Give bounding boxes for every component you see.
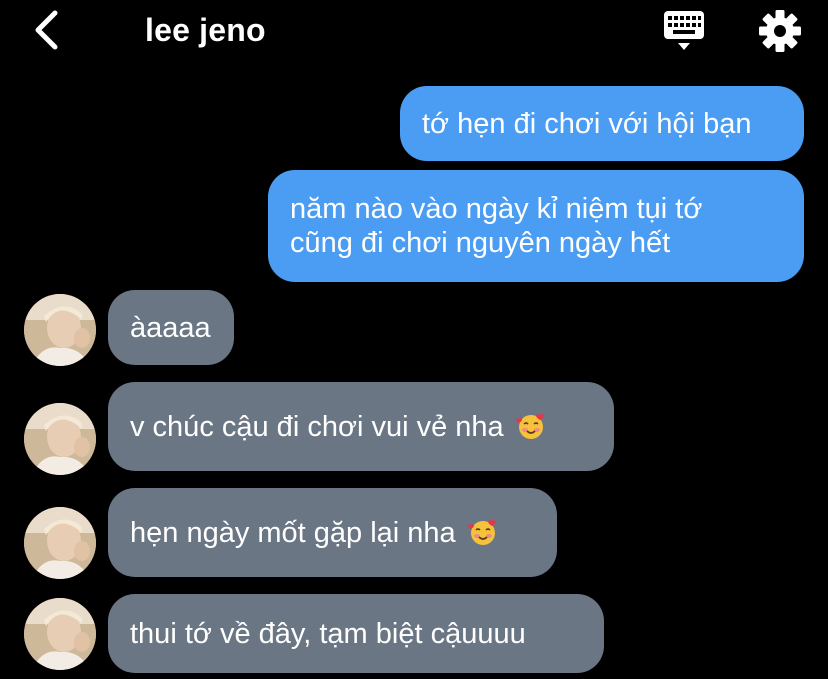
received-message[interactable]: thui tớ về đây, tạm biệt cậuuuu (108, 594, 604, 673)
chevron-left-icon (35, 10, 58, 50)
smiling-face-with-hearts-icon (467, 520, 496, 545)
avatar[interactable] (24, 294, 96, 366)
avatar-photo (24, 507, 96, 579)
keyboard-button[interactable] (660, 8, 708, 54)
sent-message[interactable]: năm nào vào ngày kỉ niệm tụi tớ cũng đi … (268, 170, 804, 282)
received-message[interactable]: v chúc cậu đi chơi vui vẻ nha (108, 382, 614, 471)
message-text-line: cũng đi chơi nguyên ngày hết (290, 227, 671, 259)
avatar[interactable] (24, 598, 96, 670)
back-button[interactable] (24, 8, 68, 52)
received-message[interactable]: àaaaa (108, 290, 234, 365)
avatar[interactable] (24, 507, 96, 579)
smiling-face-with-hearts-icon (515, 414, 544, 439)
received-message[interactable]: hẹn ngày mốt gặp lại nha (108, 488, 557, 577)
message-text: hẹn ngày mốt gặp lại nha (130, 517, 456, 549)
message-text-line: năm nào vào ngày kỉ niệm tụi tớ (290, 193, 703, 225)
message-text: thui tớ về đây, tạm biệt cậuuuu (130, 618, 526, 650)
avatar-photo (24, 403, 96, 475)
avatar[interactable] (24, 403, 96, 475)
conversation-title: lee jeno (145, 12, 266, 48)
keyboard-icon (664, 11, 704, 50)
settings-button[interactable] (756, 8, 804, 54)
gear-icon (759, 10, 801, 52)
message-text: àaaaa (130, 312, 211, 344)
sent-message[interactable]: tớ hẹn đi chơi với hội bạn (400, 86, 804, 161)
chat-screen: lee jeno tớ hẹn đi chơi với hội bạn năm … (0, 0, 828, 679)
message-text: tớ hẹn đi chơi với hội bạn (422, 108, 752, 140)
avatar-photo (24, 294, 96, 366)
avatar-photo (24, 598, 96, 670)
message-text: v chúc cậu đi chơi vui vẻ nha (130, 411, 504, 443)
